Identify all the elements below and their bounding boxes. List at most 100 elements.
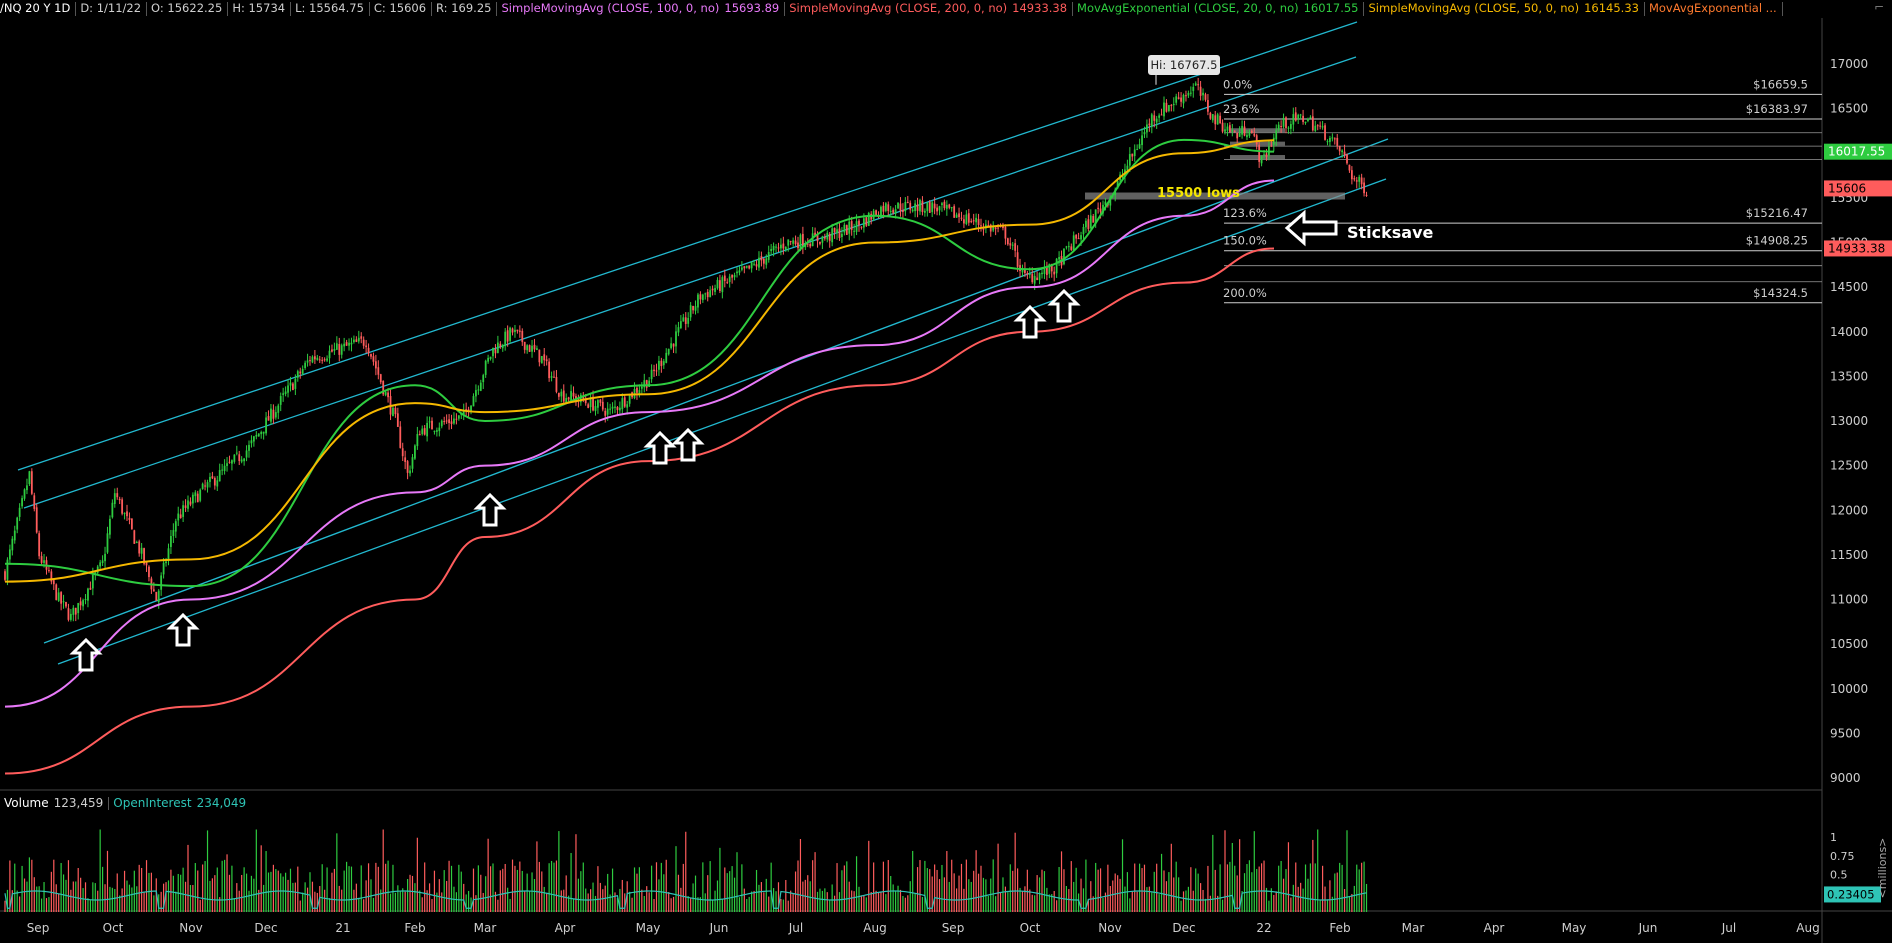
candle-body <box>948 204 951 208</box>
candle-body <box>182 505 185 517</box>
candle-body <box>672 343 675 347</box>
price-axis[interactable]: 9000 9500 10000 10500 11000 11500 12000 12500 13… <box>1824 57 1892 785</box>
candle-body <box>204 485 206 487</box>
volume-tick-label: 0.5 <box>1830 869 1848 882</box>
study-label-2[interactable]: MovAvgExponential (CLOSE, 20, 0, no) <box>1077 1 1299 15</box>
candle-body <box>706 291 709 298</box>
candle-body <box>1006 238 1009 245</box>
study-label-3[interactable]: SimpleMovingAvg (CLOSE, 50, 0, no) <box>1368 1 1579 15</box>
candle-body <box>401 448 404 457</box>
candle-body <box>1167 105 1170 111</box>
candle-body <box>1270 145 1273 147</box>
candle-body <box>453 418 455 424</box>
candle-body <box>626 404 629 408</box>
candle-body <box>555 377 558 392</box>
candle-body <box>1255 135 1258 145</box>
candle-body <box>1207 100 1209 112</box>
sma-200-line <box>4 247 1275 775</box>
candle-body <box>1236 132 1239 139</box>
candle-body <box>89 587 92 590</box>
candle-body <box>858 220 860 225</box>
candle-body <box>1233 131 1236 133</box>
candle-body <box>1053 271 1056 275</box>
candle-body <box>677 327 680 333</box>
candle-body <box>953 206 956 218</box>
price-chart[interactable]: 0.0% $16659.5 23.6% $16383.97 123.6% $15216.4… <box>0 0 1892 943</box>
study-label-1[interactable]: SimpleMovingAvg (CLOSE, 200, 0, no) <box>789 1 1007 15</box>
candle-body <box>267 416 270 421</box>
candle-body <box>850 221 853 230</box>
study-label-0[interactable]: SimpleMovingAvg (CLOSE, 100, 0, no) <box>501 1 719 15</box>
candle-body <box>726 281 729 283</box>
candle-body <box>911 209 914 212</box>
candle-body <box>599 399 602 403</box>
candle-body <box>350 342 353 345</box>
candle-body <box>1309 117 1312 119</box>
candle-body <box>152 589 155 592</box>
support-arrows <box>69 209 1338 672</box>
candle-body <box>384 391 387 396</box>
candle-body <box>104 553 106 562</box>
candle-body <box>240 459 243 462</box>
candle-body <box>362 339 365 346</box>
candle-body <box>662 361 665 366</box>
candle-body <box>260 432 263 435</box>
candle-body <box>518 330 521 332</box>
candle-body <box>560 391 563 397</box>
candle-body <box>587 404 590 408</box>
candle-body <box>533 344 536 350</box>
candle-body <box>343 343 346 347</box>
candle-body <box>1280 126 1283 128</box>
candle-body <box>387 392 389 398</box>
fib-price-label: $14324.5 <box>1753 286 1808 300</box>
candle-body <box>370 354 372 357</box>
candle-body <box>899 203 902 212</box>
candle-body <box>716 279 719 289</box>
candle-body <box>823 237 826 239</box>
candle-body <box>309 360 311 362</box>
candle-body <box>1031 274 1034 283</box>
candle-body <box>274 412 277 418</box>
candle-body <box>1175 96 1178 103</box>
candle-body <box>838 228 841 238</box>
candle-body <box>1141 135 1143 146</box>
chart-settings-icon[interactable]: ⌐ <box>1870 0 1888 16</box>
candle-body <box>1353 178 1356 180</box>
candle-body <box>921 200 924 212</box>
candle-body <box>731 274 734 278</box>
candle-body <box>1138 144 1141 149</box>
candle-body <box>614 406 616 408</box>
candle-body <box>138 541 141 554</box>
candle-body <box>1238 133 1241 137</box>
candle-body <box>172 530 175 537</box>
study-label-4[interactable]: MovAvgExponential ... <box>1649 1 1777 15</box>
candle-body <box>1224 129 1226 132</box>
candle-body <box>753 263 755 265</box>
candle-body <box>723 275 726 282</box>
candle-body <box>738 270 741 273</box>
candle-body <box>91 574 94 589</box>
candle-body <box>331 349 333 352</box>
candle-body <box>379 374 382 383</box>
study-value-1: 14933.38 <box>1012 1 1068 15</box>
time-axis[interactable]: Sep Oct Nov Dec 21 Feb Mar Apr May Jun Jul Aug Sep Oc… <box>27 921 1820 935</box>
volume-panel[interactable]: 10.750.50.250.23405<millions> <box>4 829 1889 913</box>
candle-body <box>1275 130 1278 140</box>
candle-body <box>609 408 612 410</box>
candle-body <box>365 345 368 348</box>
candle-body <box>257 433 260 437</box>
candle-body <box>374 361 377 369</box>
candle-body <box>270 408 272 422</box>
candle-body <box>123 512 126 514</box>
fib-pct-label: 150.0% <box>1223 234 1267 248</box>
candle-body <box>218 470 221 482</box>
candle-body <box>174 521 177 532</box>
symbol-label[interactable]: /NQ 20 Y 1D <box>0 1 70 15</box>
candle-body <box>902 209 904 212</box>
candle-body <box>245 450 248 458</box>
candle-body <box>972 220 975 222</box>
candle-body <box>975 217 978 223</box>
candle-body <box>694 306 697 311</box>
chart-header: /NQ 20 Y 1D D: 1/11/22 O: 15622.25 H: 15734… <box>0 0 1892 17</box>
candle-body <box>606 408 609 415</box>
